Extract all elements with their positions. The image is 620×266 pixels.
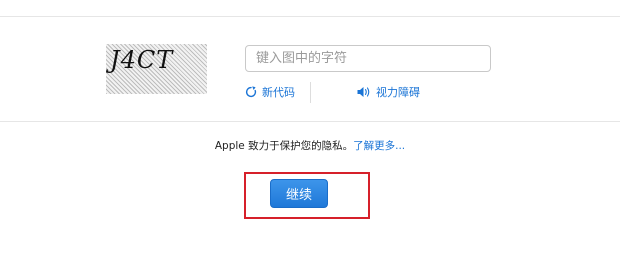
privacy-notice: Apple 致力于保护您的隐私。了解更多...	[0, 138, 620, 153]
top-divider	[0, 16, 620, 17]
privacy-text: Apple 致力于保护您的隐私。	[214, 140, 354, 152]
accessibility-link[interactable]: 视力障碍	[357, 84, 420, 100]
new-code-label: 新代码	[262, 86, 295, 99]
refresh-icon	[245, 86, 257, 98]
captcha-page: J4CT 新代码 视力障碍 Apple 致力于保护您的隐私。了解更多... 继续	[0, 0, 620, 266]
captcha-image: J4CT	[106, 44, 207, 94]
section-divider	[0, 121, 620, 122]
accessibility-label: 视力障碍	[376, 86, 420, 99]
continue-button[interactable]: 继续	[270, 179, 328, 208]
new-code-link[interactable]: 新代码	[245, 84, 295, 100]
captcha-input[interactable]	[245, 45, 491, 72]
speaker-icon	[357, 86, 371, 98]
learn-more-link[interactable]: 了解更多...	[353, 140, 405, 152]
action-divider	[310, 82, 311, 103]
captcha-image-text: J4CT	[110, 46, 174, 74]
